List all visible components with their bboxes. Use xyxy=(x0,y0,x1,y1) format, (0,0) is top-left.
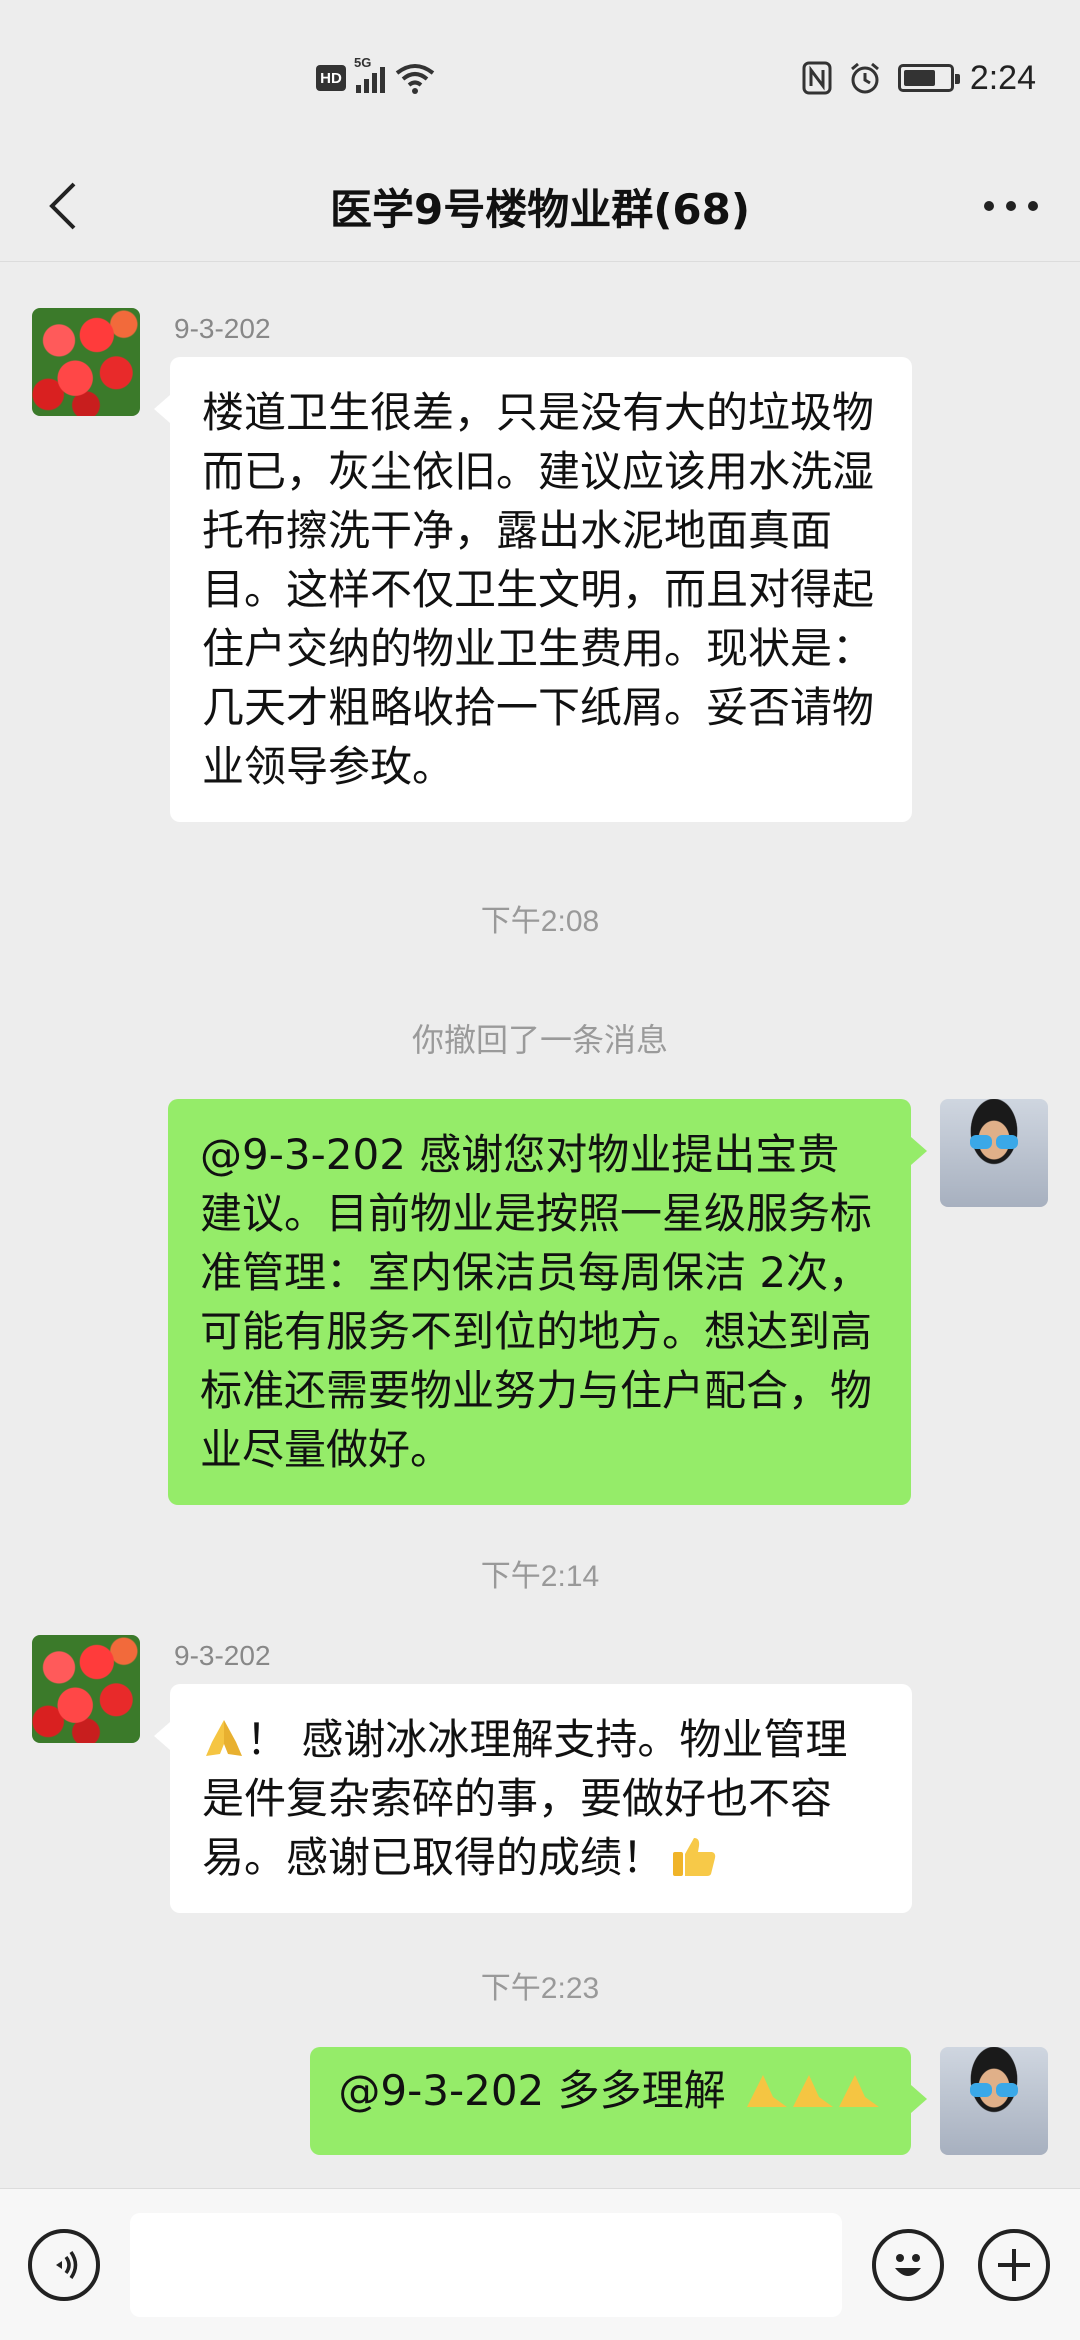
avatar[interactable] xyxy=(32,308,140,416)
more-dots-icon xyxy=(984,201,994,211)
sender-name: 9-3-202 xyxy=(174,313,271,344)
voice-icon xyxy=(56,2251,78,2279)
emoji-button[interactable] xyxy=(872,2229,944,2301)
status-right-icons: 2:24 xyxy=(802,54,1036,102)
sender-name: 9-3-202 xyxy=(174,1640,271,1671)
message-bubble[interactable]: ！ 感谢冰冰理解支持。物业管理是件复杂索碎的事，要做好也不容易。感谢已取得的成绩… xyxy=(154,1684,912,1913)
recall-notice: 你撤回了一条消息 xyxy=(411,1022,668,1058)
signal-icon: 5G xyxy=(354,55,385,93)
avatar[interactable] xyxy=(940,1099,1048,1207)
message-bubble-outgoing[interactable]: @9-3-202 多多理解 xyxy=(310,2047,927,2155)
message-bubble[interactable]: 楼道卫生很差，只是没有大的垃圾物而已，灰尘依旧。建议应该用水洗湿托布擦洗干净，露… xyxy=(154,357,912,822)
status-time: 2:24 xyxy=(969,58,1036,97)
status-bar: HD 5G 2:24 xyxy=(0,0,1080,150)
plus-icon xyxy=(998,2249,1030,2281)
chevron-left-icon xyxy=(49,182,76,230)
thumbs-up-emoji xyxy=(673,1838,716,1876)
timestamp: 下午2:08 xyxy=(480,905,600,938)
input-bar xyxy=(0,2188,1080,2340)
timestamp: 下午2:23 xyxy=(480,1972,600,2005)
message-list[interactable]: 9-3-202 楼道卫生很差，只是没有大的垃圾物而已，灰尘依旧。建议应该用水洗湿… xyxy=(0,263,1080,2188)
avatar[interactable] xyxy=(940,2047,1048,2155)
hd-badge: HD xyxy=(316,65,346,91)
message-text: @9-3-202 多多理解 xyxy=(338,2066,726,2115)
pray-emoji-row xyxy=(747,2075,879,2107)
smiley-icon xyxy=(895,2254,921,2276)
chat-title: 医学9号楼物业群(68) xyxy=(329,184,751,234)
status-left-icons: HD 5G xyxy=(316,55,435,98)
chat-header: 医学9号楼物业群(68) xyxy=(0,150,1080,262)
avatar[interactable] xyxy=(32,1635,140,1743)
message-text: ！ 感谢冰冰理解支持。物业管理是件复杂索碎的事，要做好也不容易。感谢已取得的成绩… xyxy=(202,1715,848,1882)
message-bubble-outgoing[interactable]: @9-3-202 感谢您对物业提出宝贵建议。目前物业是按照一星级服务标准管理：室… xyxy=(168,1099,927,1505)
wifi-icon xyxy=(395,64,435,94)
more-options-button[interactable] xyxy=(966,176,1056,236)
voice-button[interactable] xyxy=(28,2229,100,2301)
network-type: 5G xyxy=(354,55,372,70)
back-button[interactable] xyxy=(28,168,98,244)
timestamp: 下午2:14 xyxy=(480,1560,600,1593)
alarm-icon xyxy=(850,62,879,94)
plus-button[interactable] xyxy=(978,2229,1050,2301)
pray-emoji xyxy=(206,1720,242,1756)
nfc-icon xyxy=(802,61,832,95)
battery-icon xyxy=(897,64,960,92)
message-input[interactable] xyxy=(130,2213,842,2317)
